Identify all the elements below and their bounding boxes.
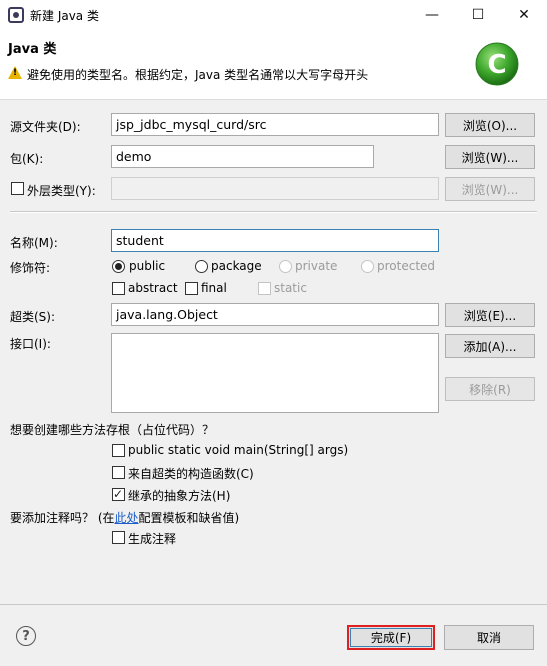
comments-question: 要添加注释吗？ (在此处配置模板和缺省值) (10, 509, 239, 526)
comments-question-prefix: 要添加注释吗？ (在 (10, 511, 115, 525)
browse-enclosing-type-button[interactable]: 浏览(W)... (445, 177, 535, 201)
package-radio[interactable] (195, 260, 208, 273)
remove-interface-button[interactable]: 移除(R) (445, 377, 535, 401)
browse-superclass-button[interactable]: 浏览(E)... (445, 303, 535, 327)
warning-icon: ! (8, 66, 22, 79)
window-title: 新建 Java 类 (30, 9, 99, 23)
generate-comments-label: 生成注释 (128, 532, 177, 546)
banner-title: Java 类 (8, 42, 57, 57)
help-icon[interactable]: ? (16, 626, 36, 646)
final-checkbox[interactable] (185, 282, 198, 295)
logo-letter: C (487, 50, 506, 80)
enclosing-type-label: 外层类型(Y): (27, 184, 96, 198)
separator-highlight (10, 212, 537, 213)
generate-comments-checkbox[interactable] (112, 531, 125, 544)
protected-radio[interactable] (361, 260, 374, 273)
final-label: final (201, 281, 227, 295)
private-radio[interactable] (279, 260, 292, 273)
public-radio-label: public (129, 259, 166, 273)
finish-button[interactable]: 完成(F) (347, 625, 435, 650)
name-label: 名称(M): (10, 236, 58, 250)
add-interface-button[interactable]: 添加(A)... (445, 334, 535, 358)
interfaces-label: 接口(I): (10, 337, 51, 351)
enclosing-type-input[interactable] (111, 177, 439, 200)
constructors-checkbox[interactable] (112, 466, 125, 479)
protected-radio-label: protected (377, 259, 436, 273)
minimize-button[interactable]: — (409, 0, 455, 30)
static-label: static (274, 281, 307, 295)
close-button[interactable]: ✕ (501, 0, 547, 30)
eclipse-app-icon (8, 7, 24, 23)
source-folder-label: 源文件夹(D): (10, 120, 81, 134)
package-radio-label: package (211, 259, 262, 273)
superclass-input[interactable]: java.lang.Object (111, 303, 439, 326)
banner-message: 避免使用的类型名。根据约定，Java 类型名通常以大写字母开头 (27, 68, 369, 82)
method-stubs-question: 想要创建哪些方法存根（占位代码）？ (10, 423, 215, 437)
static-checkbox[interactable] (258, 282, 271, 295)
configure-templates-link[interactable]: 此处 (115, 511, 139, 525)
source-folder-input[interactable]: jsp_jdbc_mysql_curd/src (111, 113, 439, 136)
modifiers-label: 修饰符: (10, 261, 51, 275)
superclass-label: 超类(S): (10, 310, 56, 324)
main-method-checkbox[interactable] (112, 444, 125, 457)
footer-separator (0, 604, 547, 605)
maximize-button[interactable]: ☐ (455, 0, 501, 30)
header-banner (0, 30, 547, 100)
abstract-label: abstract (128, 281, 178, 295)
browse-source-folder-button[interactable]: 浏览(O)... (445, 113, 535, 137)
constructors-label: 来自超类的构造函数(C) (128, 467, 254, 481)
enclosing-type-checkbox[interactable] (11, 182, 24, 195)
public-radio[interactable] (112, 260, 125, 273)
browse-package-button[interactable]: 浏览(W)... (445, 145, 535, 169)
inherited-methods-label: 继承的抽象方法(H) (128, 489, 231, 503)
inherited-methods-checkbox[interactable] (112, 486, 125, 502)
cancel-button[interactable]: 取消 (444, 625, 534, 650)
comments-question-suffix: 配置模板和缺省值) (138, 511, 240, 525)
abstract-checkbox[interactable] (112, 282, 125, 295)
main-method-label: public static void main(String[] args) (128, 443, 349, 457)
java-class-logo-icon: C (475, 42, 519, 86)
package-label: 包(K): (10, 152, 44, 166)
package-input[interactable]: demo (111, 145, 374, 168)
class-name-input[interactable]: student (111, 229, 439, 252)
private-radio-label: private (295, 259, 338, 273)
interfaces-list[interactable] (111, 333, 439, 413)
